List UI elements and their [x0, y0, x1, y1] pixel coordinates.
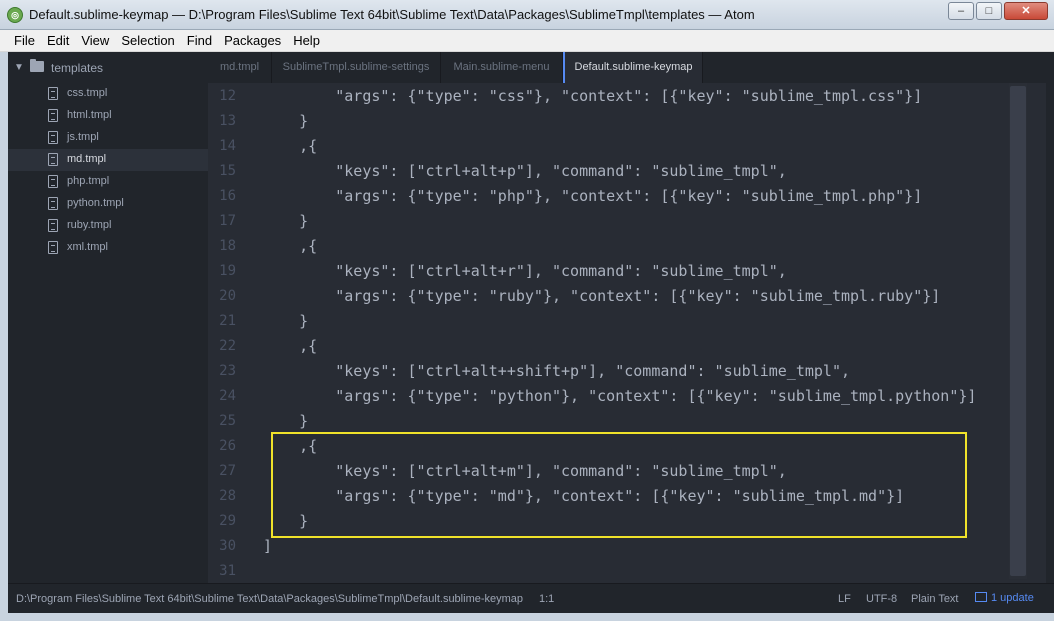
file-icon — [48, 219, 58, 232]
status-line-ending[interactable]: LF — [838, 593, 851, 605]
tree-file-label: xml.tmpl — [67, 241, 108, 253]
menu-view[interactable]: View — [75, 30, 115, 51]
line-number: 18 — [219, 238, 236, 254]
line-number: 19 — [219, 263, 236, 279]
code-line[interactable]: } — [263, 209, 308, 234]
maximize-button[interactable]: □ — [976, 2, 1002, 20]
file-icon — [48, 109, 58, 122]
menu-packages[interactable]: Packages — [218, 30, 287, 51]
window-controls: – □ ✕ — [948, 2, 1048, 20]
file-icon — [48, 197, 58, 210]
code-line[interactable]: "args": {"type": "php"}, "context": [{"k… — [263, 184, 922, 209]
code-line[interactable]: "keys": ["ctrl+alt++shift+p"], "command"… — [263, 359, 850, 384]
status-encoding[interactable]: UTF-8 — [866, 593, 897, 605]
window-frame-left — [0, 52, 8, 621]
file-icon — [48, 175, 58, 188]
line-number: 13 — [219, 113, 236, 129]
line-number: 30 — [219, 538, 236, 554]
code-line[interactable]: "args": {"type": "python"}, "context": [… — [263, 384, 976, 409]
window-title: Default.sublime-keymap — D:\Program File… — [29, 7, 755, 22]
line-number: 31 — [219, 563, 236, 579]
line-number: 28 — [219, 488, 236, 504]
code-line[interactable]: "args": {"type": "css"}, "context": [{"k… — [263, 84, 922, 109]
tree-file-label: css.tmpl — [67, 87, 108, 99]
line-number: 14 — [219, 138, 236, 154]
tree-file-label: php.tmpl — [67, 175, 110, 187]
menu-edit[interactable]: Edit — [41, 30, 75, 51]
line-number: 22 — [219, 338, 236, 354]
line-number: 23 — [219, 363, 236, 379]
line-number: 17 — [219, 213, 236, 229]
chevron-down-icon: ▼ — [14, 62, 24, 73]
tree-file-item[interactable]: python.tmpl — [8, 193, 208, 215]
line-number: 27 — [219, 463, 236, 479]
status-cursor-position[interactable]: 1:1 — [539, 593, 554, 605]
tree-file-item[interactable]: md.tmpl — [8, 149, 208, 171]
package-icon — [975, 592, 987, 602]
vertical-scrollbar-thumb[interactable] — [1010, 86, 1026, 576]
status-update-label: 1 update — [991, 592, 1034, 604]
menu-help[interactable]: Help — [287, 30, 326, 51]
tab-sublimetmpl-settings[interactable]: SublimeTmpl.sublime-settings — [272, 52, 441, 83]
file-icon — [48, 87, 58, 100]
tree-file-label: ruby.tmpl — [67, 219, 112, 231]
code-line[interactable]: } — [263, 409, 308, 434]
minimize-button[interactable]: – — [948, 2, 974, 20]
code-line[interactable]: ,{ — [263, 134, 317, 159]
line-number: 24 — [219, 388, 236, 404]
line-number: 29 — [219, 513, 236, 529]
file-icon — [48, 131, 58, 144]
yellow-highlight-box — [271, 432, 967, 538]
tab-md-tmpl[interactable]: md.tmpl — [208, 52, 272, 83]
line-number: 26 — [219, 438, 236, 454]
code-line[interactable]: ,{ — [263, 334, 317, 359]
tree-root-folder[interactable]: ▼ templates — [8, 58, 208, 80]
tab-default-keymap[interactable]: Default.sublime-keymap — [563, 52, 703, 83]
status-file-path[interactable]: D:\Program Files\Sublime Text 64bit\Subl… — [16, 593, 523, 605]
tree-file-label: js.tmpl — [67, 131, 99, 143]
window-frame-bottom — [0, 613, 1054, 621]
menu-bar: File Edit View Selection Find Packages H… — [0, 30, 1054, 52]
code-line[interactable]: "keys": ["ctrl+alt+r"], "command": "subl… — [263, 259, 787, 284]
status-update-link[interactable]: 1 update — [975, 592, 1034, 604]
tree-file-label: python.tmpl — [67, 197, 124, 209]
status-grammar[interactable]: Plain Text — [911, 593, 959, 605]
tab-main-menu[interactable]: Main.sublime-menu — [441, 52, 563, 83]
code-editor[interactable]: 12 13 14 15 16 17 18 19 20 21 22 23 24 25 26 27 28 29 30 31… — [208, 83, 1046, 583]
tree-root-label: templates — [51, 61, 104, 75]
code-line[interactable]: "args": {"type": "ruby"}, "context": [{"… — [263, 284, 940, 309]
code-line[interactable]: } — [263, 309, 308, 334]
line-number: 20 — [219, 288, 236, 304]
code-line[interactable]: ,{ — [263, 234, 317, 259]
title-bar: ◎ Default.sublime-keymap — D:\Program Fi… — [0, 0, 1054, 30]
tree-file-item[interactable]: css.tmpl — [8, 83, 208, 105]
status-bar: D:\Program Files\Sublime Text 64bit\Subl… — [8, 583, 1054, 613]
menu-find[interactable]: Find — [181, 30, 218, 51]
tree-file-item[interactable]: js.tmpl — [8, 127, 208, 149]
folder-icon — [30, 59, 44, 72]
right-dock-edge — [1046, 52, 1054, 583]
code-line[interactable]: } — [263, 109, 308, 134]
line-number: 25 — [219, 413, 236, 429]
file-icon — [48, 241, 58, 254]
close-button[interactable]: ✕ — [1004, 2, 1048, 20]
tree-file-item[interactable]: php.tmpl — [8, 171, 208, 193]
tree-file-label: md.tmpl — [67, 153, 107, 165]
tree-file-item[interactable]: xml.tmpl — [8, 237, 208, 259]
tab-bar: md.tmpl SublimeTmpl.sublime-settings Mai… — [208, 52, 1046, 83]
menu-file[interactable]: File — [8, 30, 41, 51]
code-line[interactable]: "keys": ["ctrl+alt+p"], "command": "subl… — [263, 159, 787, 184]
line-number: 16 — [219, 188, 236, 204]
line-number-gutter: 12 13 14 15 16 17 18 19 20 21 22 23 24 25 26 27 28 29 30 31 — [208, 83, 256, 583]
line-number: 21 — [219, 313, 236, 329]
atom-app-icon: ◎ — [7, 7, 23, 23]
line-number: 15 — [219, 163, 236, 179]
tree-file-item[interactable]: html.tmpl — [8, 105, 208, 127]
tree-file-label: html.tmpl — [67, 109, 112, 121]
menu-selection[interactable]: Selection — [115, 30, 180, 51]
tree-file-item[interactable]: ruby.tmpl — [8, 215, 208, 237]
line-number: 12 — [219, 88, 236, 104]
file-icon — [48, 153, 58, 166]
tree-view: ▼ templates css.tmpl html.tmpl js.tmpl md.t… — [8, 52, 208, 583]
